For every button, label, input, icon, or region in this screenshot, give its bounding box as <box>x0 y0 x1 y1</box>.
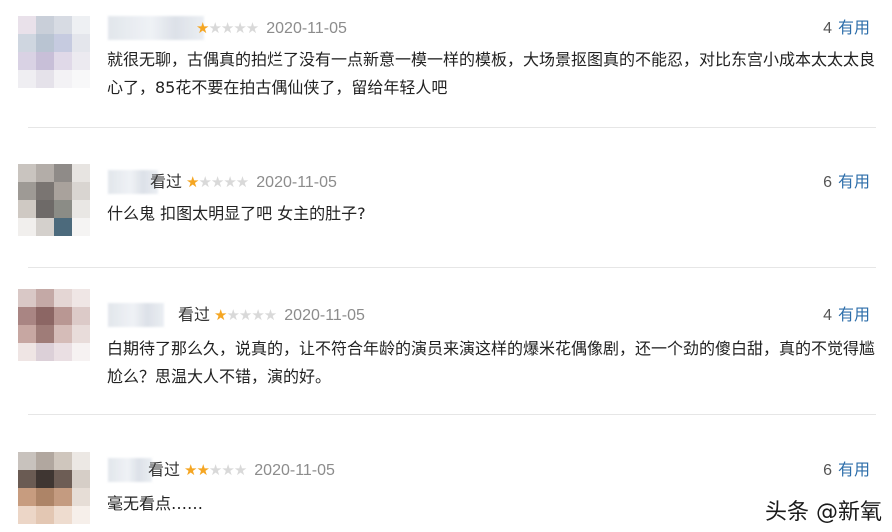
username-blurred[interactable] <box>108 458 152 482</box>
useful-vote[interactable]: 4 有用 <box>823 18 870 39</box>
rating-stars: ★★★★★ <box>184 461 247 479</box>
review-meta: ★★★★★ 2020-11-05 <box>196 18 347 39</box>
review-text: 什么鬼 扣图太明显了吧 女主的肚子? <box>107 204 366 223</box>
watermark: 头条 @新氧 <box>765 500 882 525</box>
review-meta: 看过 ★★★★★ 2020-11-05 <box>148 460 335 481</box>
useful-count: 6 <box>823 174 832 191</box>
rating-stars: ★★★★★ <box>186 173 249 191</box>
username-blurred[interactable] <box>108 303 164 327</box>
useful-count: 6 <box>823 462 832 479</box>
review-meta: 看过 ★★★★★ 2020-11-05 <box>178 305 365 326</box>
review-text: 就很无聊，古偶真的拍烂了没有一点新意一模一样的模板，大场景抠图真的不能忍，对比东… <box>107 50 876 97</box>
review-meta: 看过 ★★★★★ 2020-11-05 <box>150 172 337 193</box>
review-date: 2020-11-05 <box>284 307 365 324</box>
useful-count: 4 <box>823 307 832 324</box>
useful-vote[interactable]: 4 有用 <box>823 305 870 326</box>
useful-vote[interactable]: 6 有用 <box>823 172 870 193</box>
avatar[interactable] <box>18 452 90 524</box>
avatar[interactable] <box>18 289 90 361</box>
review-date: 2020-11-05 <box>256 174 337 191</box>
useful-count: 4 <box>823 20 832 37</box>
rating-stars: ★★★★★ <box>196 19 259 37</box>
useful-button[interactable]: 有用 <box>838 172 870 191</box>
useful-button[interactable]: 有用 <box>838 460 870 479</box>
review-text: 白期待了那么久，说真的，让不符合年龄的演员来演这样的爆米花偶像剧，还一个劲的傻白… <box>107 339 876 386</box>
avatar[interactable] <box>18 164 90 236</box>
rating-stars: ★★★★★ <box>214 306 277 324</box>
useful-button[interactable]: 有用 <box>838 305 870 324</box>
username-blurred[interactable] <box>108 16 204 40</box>
useful-button[interactable]: 有用 <box>838 18 870 37</box>
divider <box>28 267 876 268</box>
review-date: 2020-11-05 <box>254 462 335 479</box>
divider <box>28 414 876 415</box>
watched-label: 看过 <box>148 460 181 479</box>
useful-vote[interactable]: 6 有用 <box>823 460 870 481</box>
avatar[interactable] <box>18 16 90 88</box>
review-text: 毫无看点…… <box>107 494 204 513</box>
watched-label: 看过 <box>150 172 183 191</box>
divider <box>28 127 876 128</box>
watched-label: 看过 <box>178 305 211 324</box>
review-date: 2020-11-05 <box>266 20 347 37</box>
